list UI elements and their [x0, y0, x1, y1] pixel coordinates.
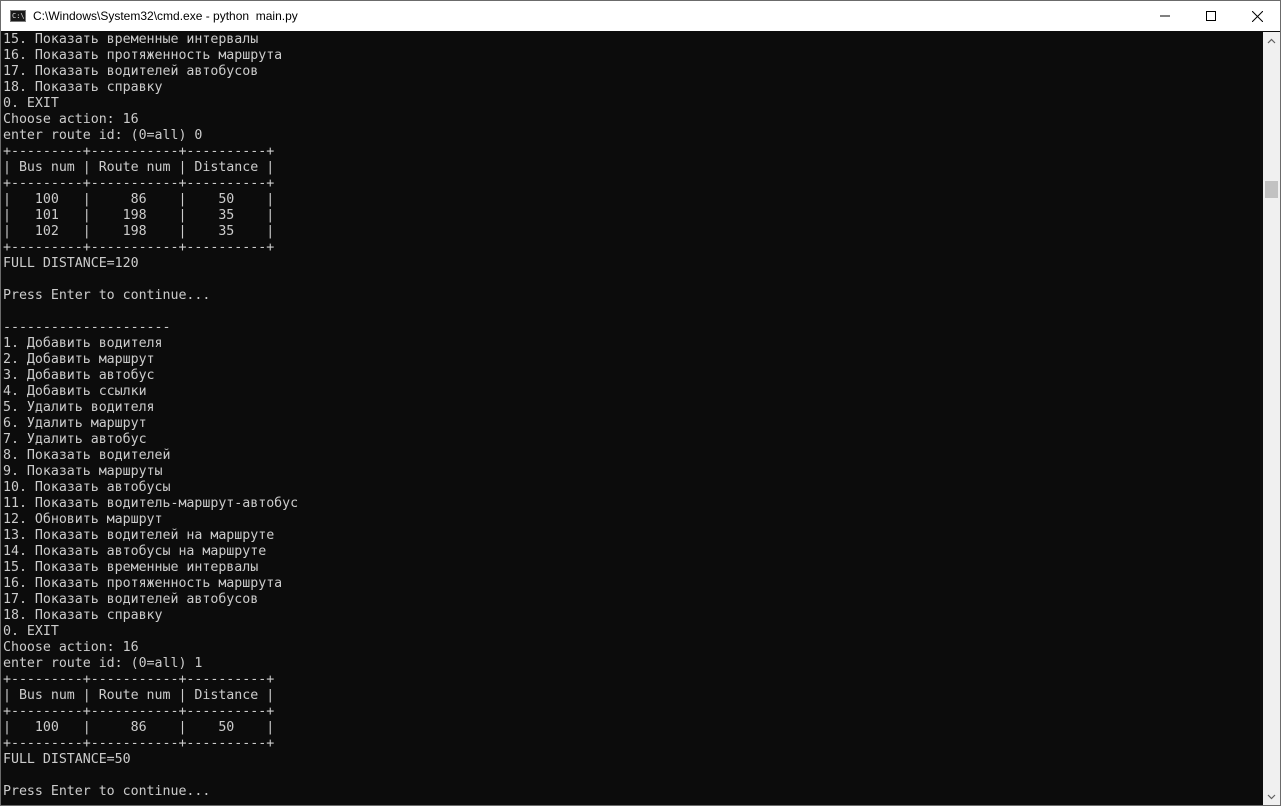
scroll-down-button[interactable]: [1263, 788, 1280, 805]
terminal-line: FULL DISTANCE=120: [3, 256, 139, 271]
terminal-line: 6. Удалить маршрут: [3, 416, 147, 431]
terminal-line: | Bus num | Route num | Distance |: [3, 160, 275, 175]
terminal-line: 3. Добавить автобус: [3, 368, 155, 383]
terminal-line: 17. Показать водителей автобусов: [3, 64, 259, 79]
terminal-line: 17. Показать водителей автобусов: [3, 592, 259, 607]
terminal-line: | Bus num | Route num | Distance |: [3, 688, 275, 703]
terminal-line: | 101 | 198 | 35 |: [3, 208, 275, 223]
terminal-line: 0. EXIT: [3, 96, 59, 111]
scroll-up-button[interactable]: [1263, 32, 1280, 49]
terminal-line: 0. EXIT: [3, 624, 59, 639]
terminal-line: +---------+-----------+----------+: [3, 672, 275, 687]
terminal-lines: 15. Показать временные интервалы 16. Пока…: [3, 32, 298, 800]
terminal-line: Choose action: 16: [3, 640, 139, 655]
window-title: C:\Windows\System32\cmd.exe - python mai…: [33, 9, 298, 23]
terminal-line: 5. Удалить водителя: [3, 400, 155, 415]
close-icon: [1251, 10, 1263, 22]
terminal-line: 2. Добавить маршрут: [3, 352, 155, 367]
terminal-line: | 100 | 86 | 50 |: [3, 192, 275, 207]
terminal-line: 16. Показать протяженность маршрута: [3, 48, 283, 63]
terminal-line: enter route id: (0=all) 0: [3, 128, 203, 143]
terminal-line: 15. Показать временные интервалы: [3, 560, 259, 575]
title-bar[interactable]: C:\Windows\System32\cmd.exe - python mai…: [1, 1, 1280, 31]
terminal-line: 12. Обновить маршрут: [3, 512, 163, 527]
terminal-line: FULL DISTANCE=50: [3, 752, 131, 767]
terminal-line: enter route id: (0=all) 1: [3, 656, 203, 671]
terminal-line: 14. Показать автобусы на маршруте: [3, 544, 267, 559]
terminal-line: Press Enter to continue...: [3, 288, 211, 303]
cmd-console-icon: [10, 10, 26, 22]
close-button[interactable]: [1234, 1, 1280, 31]
scroll-down-arrow-icon: [1267, 794, 1276, 799]
terminal-line: 1. Добавить водителя: [3, 336, 163, 351]
scroll-up-arrow-icon: [1267, 38, 1276, 43]
terminal-line: +---------+-----------+----------+: [3, 736, 275, 751]
vertical-scrollbar[interactable]: [1263, 32, 1280, 805]
minimize-icon: [1160, 15, 1170, 17]
terminal-line: +---------+-----------+----------+: [3, 240, 275, 255]
terminal-line: 7. Удалить автобус: [3, 432, 147, 447]
terminal-line: 15. Показать временные интервалы: [3, 32, 259, 47]
terminal-line: 16. Показать протяженность маршрута: [3, 576, 283, 591]
maximize-icon: [1206, 11, 1216, 21]
maximize-button[interactable]: [1188, 1, 1234, 31]
terminal-line: | 102 | 198 | 35 |: [3, 224, 275, 239]
scrollbar-thumb[interactable]: [1265, 181, 1278, 198]
cmd-window: C:\Windows\System32\cmd.exe - python mai…: [0, 0, 1281, 806]
terminal-line: 11. Показать водитель-маршрут-автобус: [3, 496, 299, 511]
terminal-line: 8. Показать водителей: [3, 448, 171, 463]
terminal-line: +---------+-----------+----------+: [3, 704, 275, 719]
terminal-line: | 100 | 86 | 50 |: [3, 720, 275, 735]
terminal-line: 18. Показать справку: [3, 608, 163, 623]
terminal-output[interactable]: 15. Показать временные интервалы 16. Пока…: [1, 32, 1263, 805]
terminal-line: 18. Показать справку: [3, 80, 163, 95]
minimize-button[interactable]: [1142, 1, 1188, 31]
terminal-line: Press Enter to continue...: [3, 784, 211, 799]
terminal-line: 9. Показать маршруты: [3, 464, 163, 479]
window-controls: [1142, 1, 1280, 31]
terminal-line: 4. Добавить ссылки: [3, 384, 147, 399]
terminal-line: Choose action: 16: [3, 112, 139, 127]
terminal-line: 13. Показать водителей на маршруте: [3, 528, 275, 543]
terminal-line: 10. Показать автобусы: [3, 480, 171, 495]
terminal-line: +---------+-----------+----------+: [3, 176, 275, 191]
terminal-line: ---------------------: [3, 320, 171, 335]
terminal-line: +---------+-----------+----------+: [3, 144, 275, 159]
